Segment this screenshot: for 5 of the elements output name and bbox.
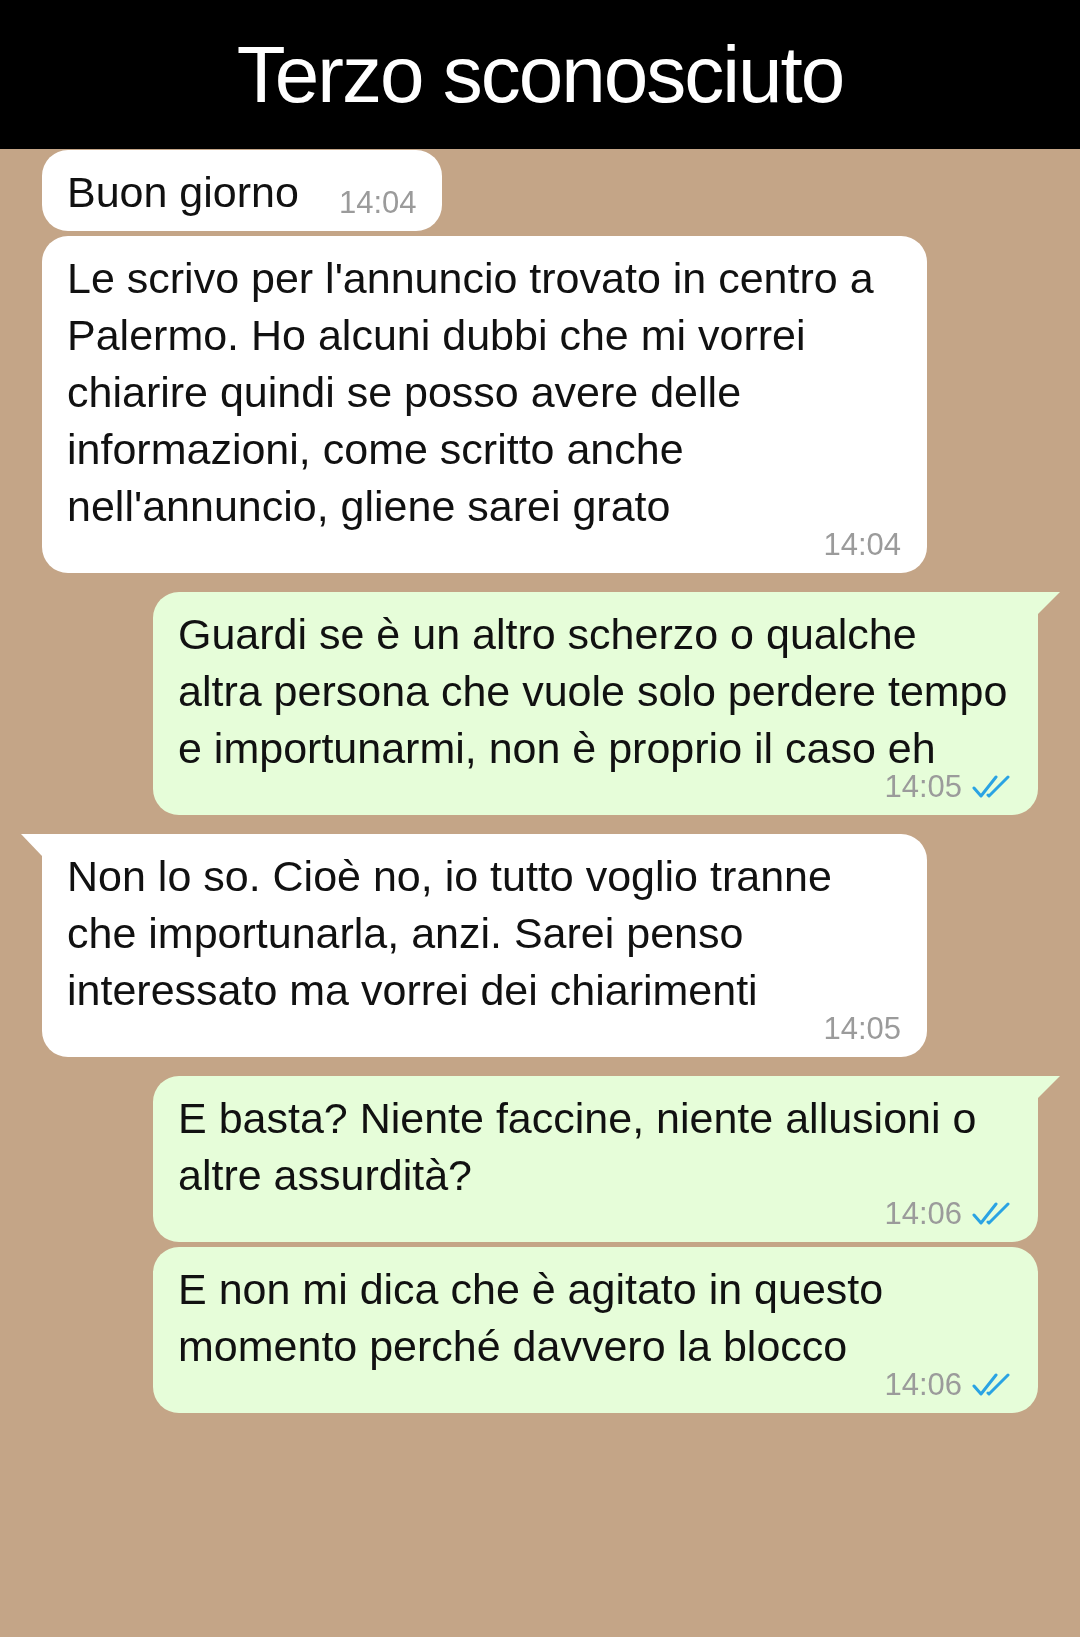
message-time: 14:06 [884,1367,962,1403]
message-time: 14:04 [338,185,417,221]
message-text: E non mi dica che è agitato in questo momento perché davvero la blocco [178,1264,885,1372]
message-text: Buon giorno [67,167,299,218]
chat-title: Terzo sconosciuto [236,28,844,121]
